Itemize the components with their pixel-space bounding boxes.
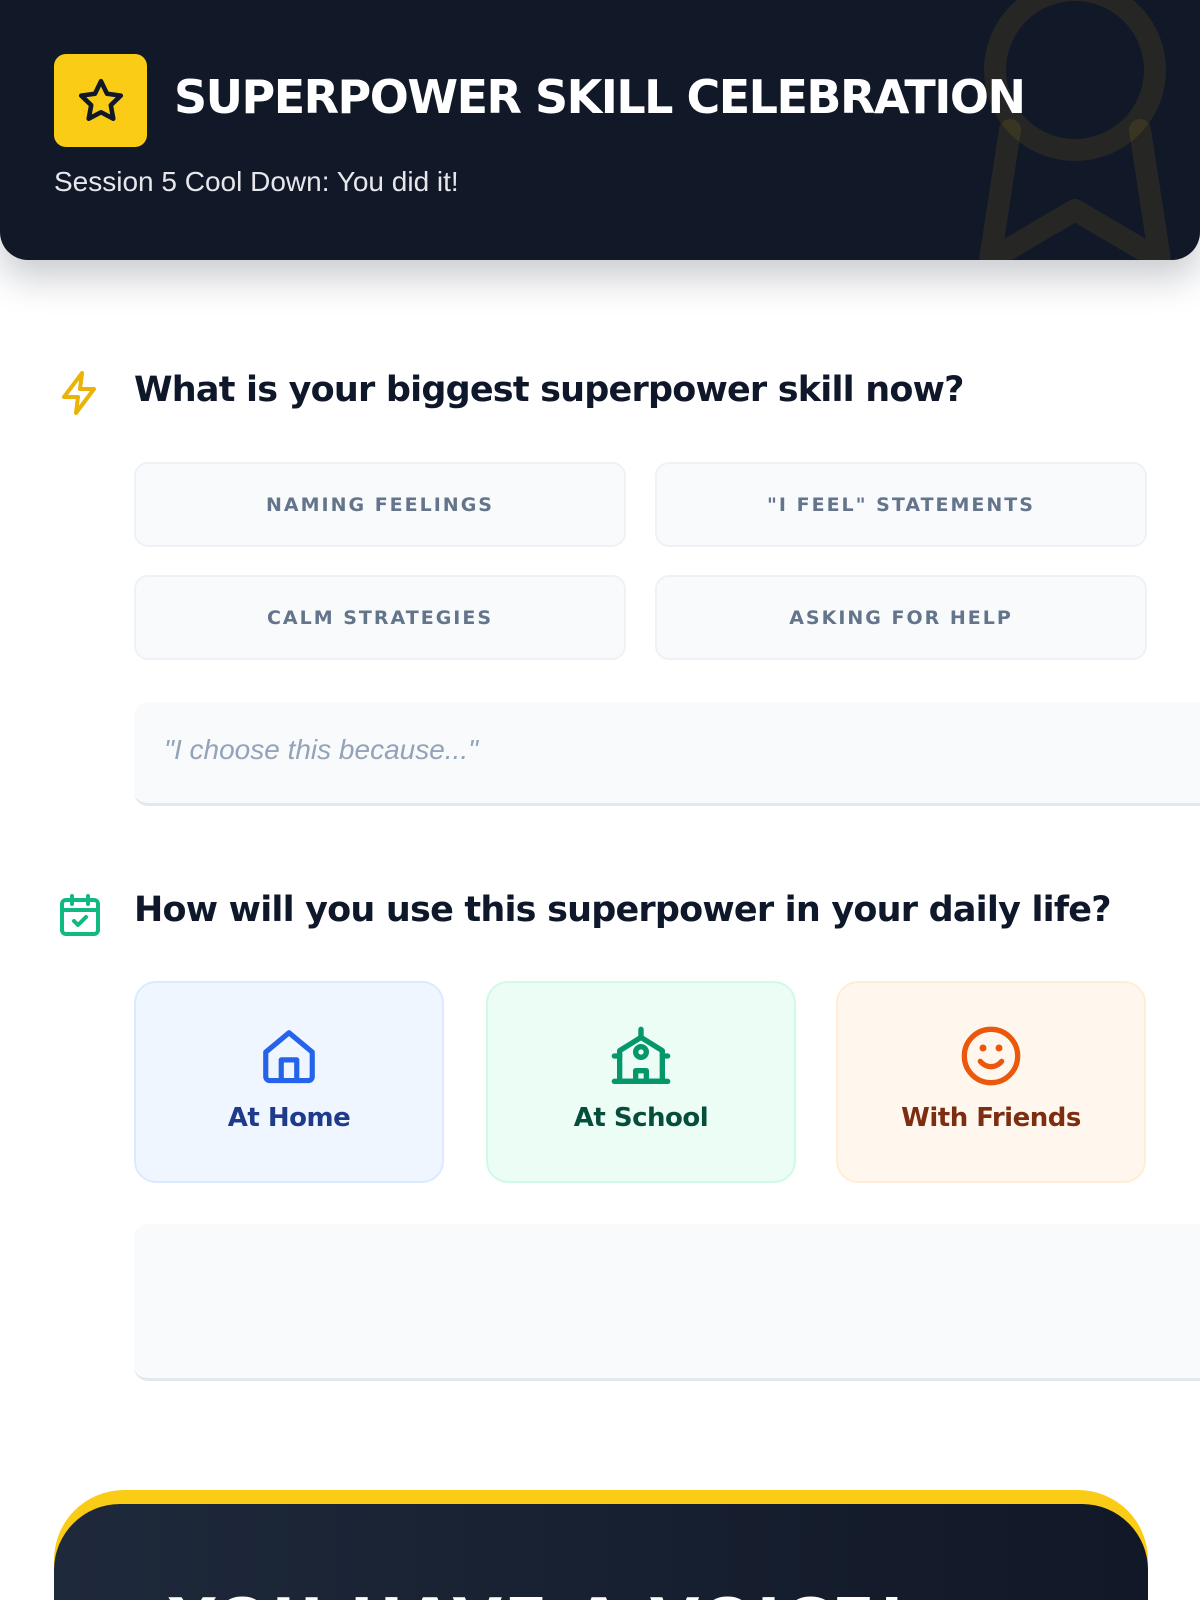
- house-icon: [263, 1030, 315, 1084]
- option-i-feel-statements[interactable]: "I FEEL" STATEMENTS: [655, 462, 1147, 547]
- question-2-title: How will you use this superpower in your…: [134, 890, 1112, 930]
- card-with-friends[interactable]: With Friends: [836, 981, 1146, 1183]
- card-at-home[interactable]: At Home: [134, 981, 444, 1183]
- smile-icon: [961, 1026, 1021, 1086]
- card-label: With Friends: [901, 1103, 1081, 1133]
- card-label: At School: [573, 1103, 709, 1133]
- option-asking-for-help[interactable]: ASKING FOR HELP: [655, 575, 1147, 660]
- reason-placeholder: "I choose this because...": [164, 734, 479, 765]
- card-label: At Home: [227, 1103, 351, 1133]
- option-naming-feelings[interactable]: NAMING FEELINGS: [134, 462, 626, 547]
- award-ribbon-icon: [979, 0, 1171, 260]
- star-badge: [54, 54, 147, 147]
- banner-text: YOU HAVE A VOICE!: [169, 1586, 908, 1600]
- calendar-check-icon: [60, 894, 100, 936]
- page: SUPERPOWER SKILL CELEBRATION Session 5 C…: [0, 0, 1200, 1600]
- banner-panel: YOU HAVE A VOICE!: [54, 1504, 1148, 1600]
- question-1-title: What is your biggest superpower skill no…: [134, 370, 964, 410]
- option-calm-strategies[interactable]: CALM STRATEGIES: [134, 575, 626, 660]
- page-title: SUPERPOWER SKILL CELEBRATION: [174, 70, 1026, 124]
- daily-plan-input[interactable]: [134, 1224, 1200, 1381]
- celebration-banner: YOU HAVE A VOICE!: [54, 1490, 1148, 1600]
- reason-input[interactable]: "I choose this because...": [134, 702, 1200, 806]
- star-icon: [78, 78, 123, 121]
- school-icon: [611, 1026, 671, 1084]
- page-subtitle: Session 5 Cool Down: You did it!: [54, 166, 459, 197]
- header: SUPERPOWER SKILL CELEBRATION Session 5 C…: [0, 0, 1200, 260]
- card-at-school[interactable]: At School: [486, 981, 796, 1183]
- lightning-bolt-icon: [62, 371, 96, 415]
